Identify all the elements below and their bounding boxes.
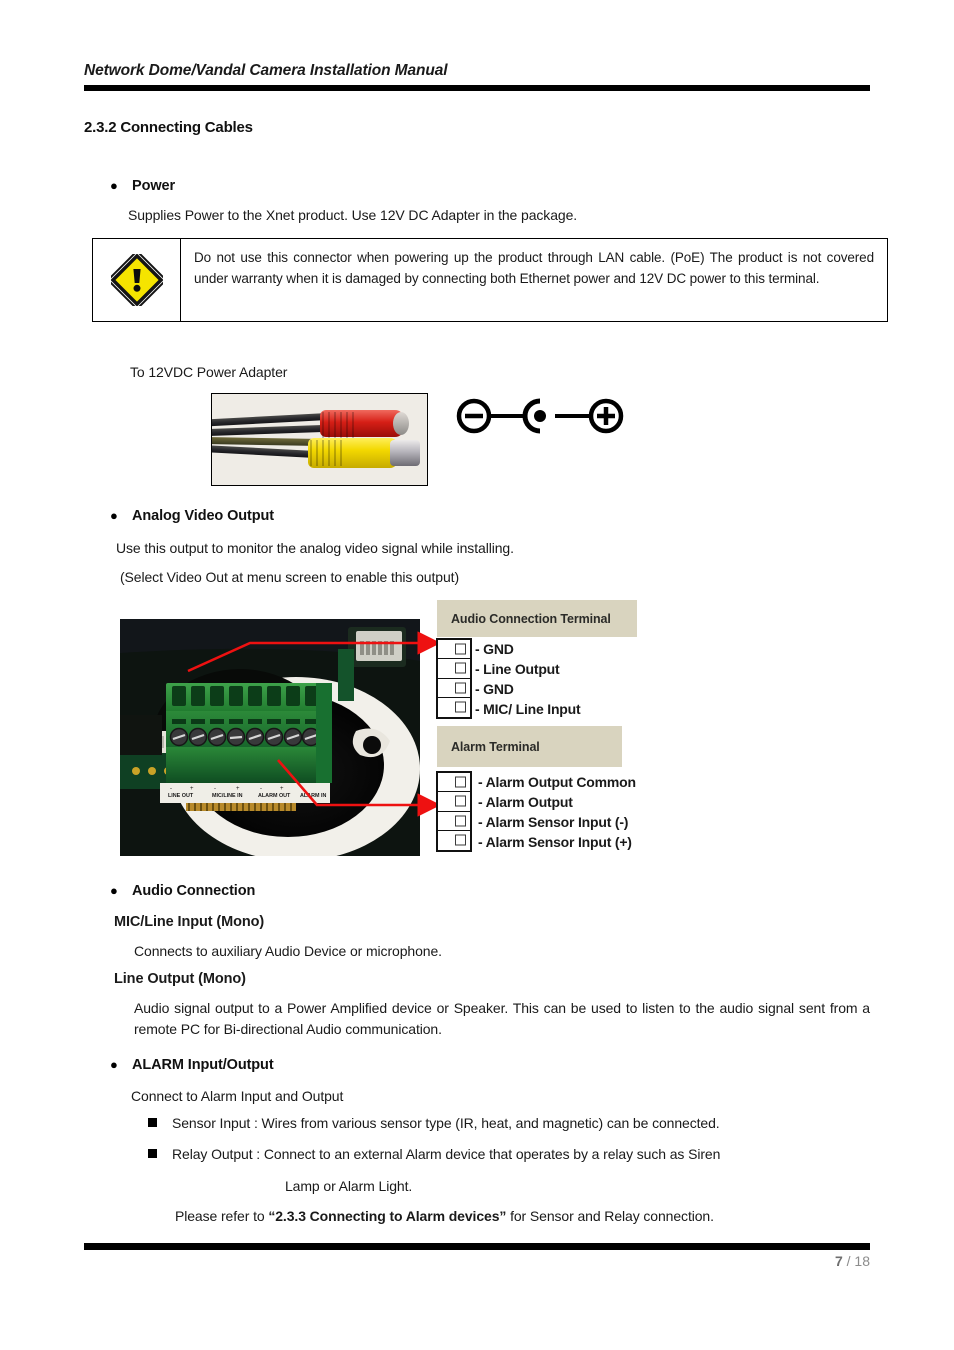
- svg-text:-: -: [214, 786, 216, 792]
- refer-note-reference: “2.3.3 Connecting to Alarm devices”: [268, 1208, 507, 1224]
- screw-terminal-icon: [455, 682, 466, 694]
- terminal-pin-row: [438, 812, 470, 831]
- square-bullet-icon: [148, 1149, 157, 1158]
- camera-terminal-photo: LINE OUT MIC/LINE IN ALARM OUT ALARM IN …: [120, 619, 420, 856]
- alarm-pin-label: - Alarm Sensor Input (-): [478, 814, 629, 830]
- green-terminal-block: [166, 683, 332, 783]
- audio-pin-label: - GND: [475, 641, 514, 657]
- terminal-pin-row: [438, 792, 470, 812]
- audio-terminal-labels: - GND - Line Output - GND - MIC/ Line In…: [475, 639, 581, 719]
- screw-terminal-icon: [455, 795, 466, 807]
- screw-terminal-icon: [455, 815, 466, 827]
- svg-text:+: +: [236, 786, 240, 792]
- svg-text:LINE OUT: LINE OUT: [168, 793, 194, 799]
- bullet-alarm-io: ● ALARM Input/Output: [110, 1057, 274, 1073]
- svg-text:-: -: [170, 786, 172, 792]
- screw-terminal-icon: [455, 662, 466, 674]
- bullet-audio-connection-label: Audio Connection: [132, 883, 256, 899]
- audio-pin-label: - Line Output: [475, 661, 560, 677]
- alarm-io-item-text: Relay Output : Connect to an external Al…: [172, 1146, 721, 1162]
- polarity-diagram: [456, 398, 624, 434]
- bullet-dot-icon: ●: [110, 508, 118, 523]
- footer-page-number: 7 / 18: [84, 1253, 870, 1269]
- terminal-pin-row: [438, 679, 470, 698]
- plus-circle-icon: [588, 398, 624, 434]
- svg-text:-: -: [260, 786, 262, 792]
- warning-icon-cell: [93, 239, 181, 321]
- audio-terminal-block: [436, 638, 472, 719]
- total-pages: 18: [854, 1253, 870, 1269]
- connector-ribs: [310, 440, 344, 466]
- svg-text:ALARM IN: ALARM IN: [300, 793, 326, 799]
- screw-terminal-icon: [455, 701, 466, 713]
- terminal-pin-row: [438, 698, 470, 717]
- line-output-heading: Line Output (Mono): [114, 971, 246, 987]
- header-rule: [84, 85, 870, 91]
- document-page: Network Dome/Vandal Camera Installation …: [0, 0, 954, 1350]
- bullet-power: ● Power: [110, 178, 175, 194]
- power-description: Supplies Power to the Xnet product. Use …: [128, 207, 578, 223]
- alarm-terminal-labels: - Alarm Output Common - Alarm Output - A…: [478, 772, 636, 852]
- svg-text:+: +: [280, 786, 284, 792]
- alarm-pin-label: - Alarm Output Common: [478, 774, 636, 790]
- audio-pin-label: - GND: [475, 681, 514, 697]
- refer-note-prefix: Please refer to: [175, 1208, 269, 1224]
- refer-note-suffix: for Sensor and Relay connection.: [506, 1208, 714, 1224]
- mic-line-input-heading: MIC/Line Input (Mono): [114, 914, 265, 930]
- bullet-power-label: Power: [132, 178, 176, 194]
- bullet-audio-connection: ● Audio Connection: [110, 883, 255, 899]
- audio-terminal-callout-header: Audio Connection Terminal: [437, 600, 637, 637]
- screw-terminal-icon: [455, 776, 466, 788]
- section-heading: 2.3.2 Connecting Cables: [84, 119, 253, 136]
- bullet-dot-icon: ●: [110, 1057, 118, 1072]
- terminal-pin-row: [438, 773, 470, 793]
- bullet-dot-icon: ●: [110, 178, 118, 193]
- alarm-io-item: Sensor Input : Wires from various sensor…: [148, 1115, 868, 1131]
- line-output-text: Audio signal output to a Power Amplified…: [134, 1000, 870, 1037]
- square-bullet-icon: [148, 1118, 157, 1127]
- screw-terminal-icon: [455, 834, 466, 846]
- refer-note: Please refer to “2.3.3 Connecting to Ala…: [175, 1206, 714, 1227]
- audio-pin-label: - MIC/ Line Input: [475, 701, 581, 717]
- svg-text:MIC/LINE IN: MIC/LINE IN: [212, 793, 243, 799]
- terminal-pin-row: [438, 659, 470, 679]
- red-rca-connector: [320, 410, 409, 438]
- terminal-pin-row: [438, 831, 470, 850]
- center-pin-icon: [522, 398, 546, 434]
- warning-triangle-icon: [110, 254, 163, 306]
- page-separator: /: [842, 1253, 855, 1269]
- terminal-pin-row: [438, 640, 470, 660]
- screw-terminal-icon: [455, 643, 466, 655]
- svg-text:ALARM OUT: ALARM OUT: [258, 793, 291, 799]
- alarm-terminal-callout-header: Alarm Terminal: [437, 726, 622, 767]
- connector-ribs: [322, 412, 356, 438]
- document-header: Network Dome/Vandal Camera Installation …: [84, 62, 870, 91]
- relay-output-continuation: Lamp or Alarm Light.: [285, 1178, 413, 1194]
- alarm-io-item: Relay Output : Connect to an external Al…: [148, 1146, 868, 1162]
- bullet-analog-video-label: Analog Video Output: [132, 508, 275, 524]
- analog-video-line2: (Select Video Out at menu screen to enab…: [120, 569, 460, 585]
- alarm-pin-label: - Alarm Sensor Input (+): [478, 834, 632, 850]
- alarm-terminal-block: [436, 771, 472, 852]
- terminal-photo-graphic: LINE OUT MIC/LINE IN ALARM OUT ALARM IN …: [120, 619, 420, 856]
- alarm-io-item-text: Sensor Input : Wires from various sensor…: [172, 1115, 720, 1131]
- alarm-pin-label: - Alarm Output: [478, 794, 573, 810]
- footer-rule: [84, 1243, 870, 1250]
- bullet-analog-video: ● Analog Video Output: [110, 508, 274, 524]
- power-adapter-photo: [211, 393, 428, 486]
- bullet-alarm-io-label: ALARM Input/Output: [132, 1057, 274, 1073]
- warning-text: Do not use this connector when powering …: [194, 250, 874, 286]
- minus-circle-icon: [456, 398, 492, 434]
- adapter-caption: To 12VDC Power Adapter: [130, 364, 288, 380]
- mic-line-input-text: Connects to auxiliary Audio Device or mi…: [134, 943, 442, 959]
- analog-video-line1: Use this output to monitor the analog vi…: [116, 540, 514, 556]
- current-page: 7: [834, 1253, 843, 1269]
- alarm-io-intro: Connect to Alarm Input and Output: [131, 1088, 344, 1104]
- yellow-bnc-connector: [308, 438, 420, 468]
- svg-text:+: +: [190, 786, 194, 792]
- warning-box: Do not use this connector when powering …: [92, 238, 888, 322]
- manual-title: Network Dome/Vandal Camera Installation …: [84, 62, 448, 79]
- bullet-dot-icon: ●: [110, 883, 118, 898]
- svg-text:-: -: [302, 786, 304, 792]
